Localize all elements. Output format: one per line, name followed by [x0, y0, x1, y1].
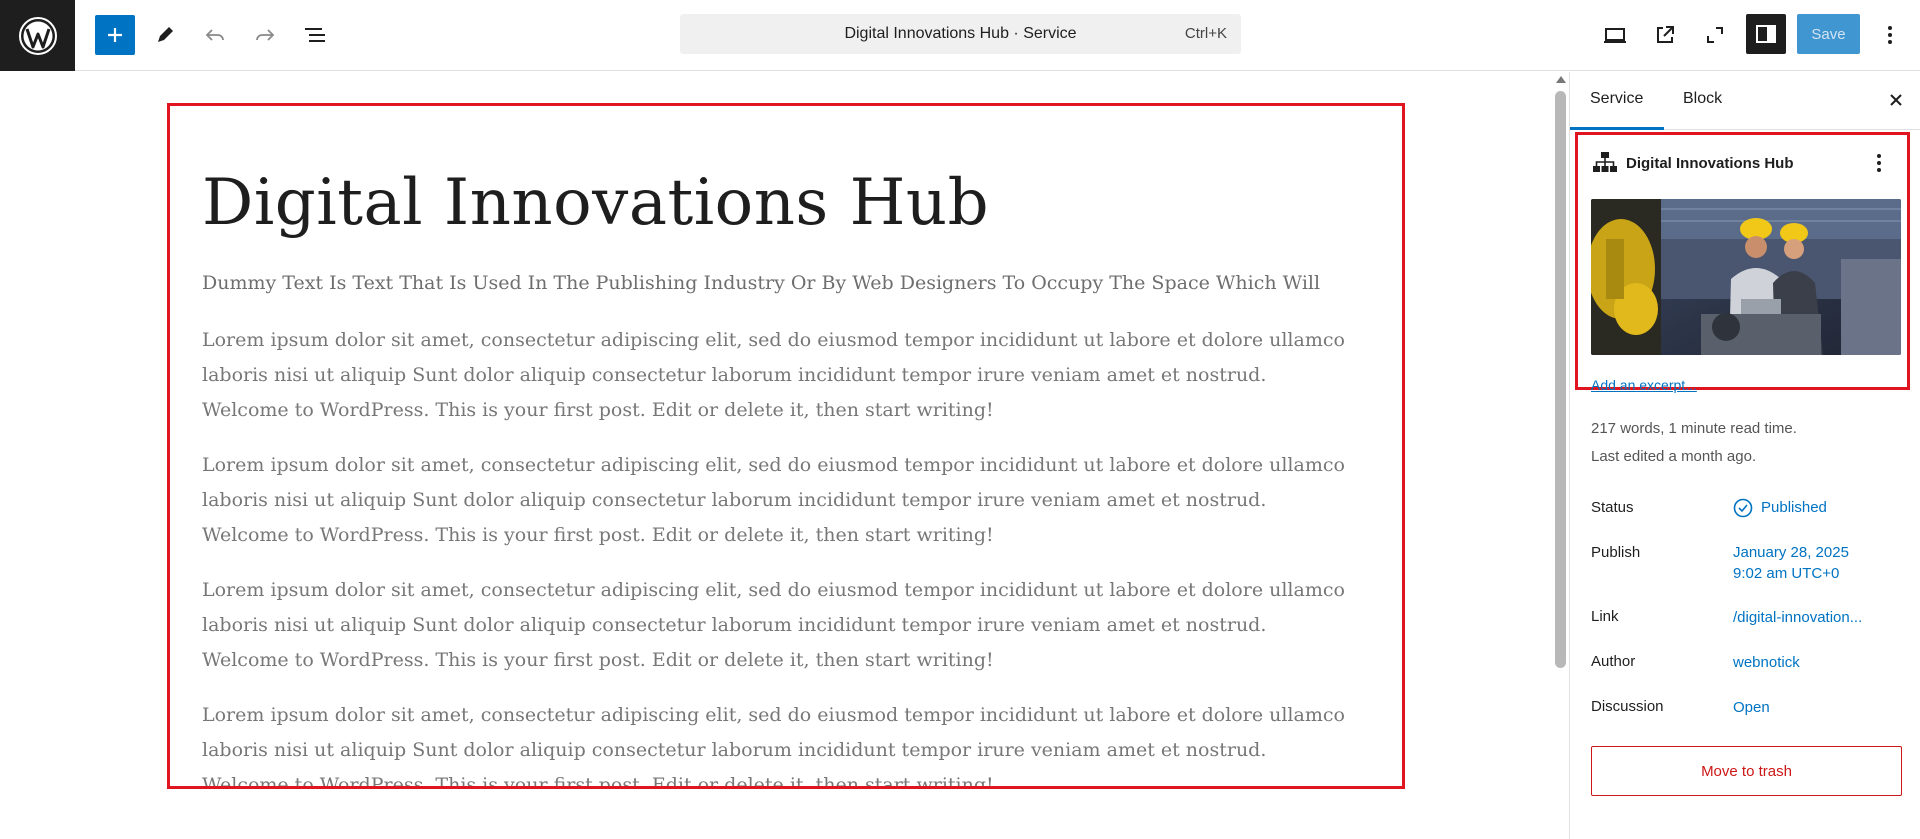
desktop-icon [1604, 28, 1626, 43]
post-card-title: Digital Innovations Hub [1626, 155, 1794, 172]
word-count-text: 217 words, 1 minute read time. [1591, 420, 1797, 437]
add-excerpt-link[interactable]: Add an excerpt... [1591, 377, 1697, 393]
plus-icon [108, 28, 122, 42]
author-button[interactable]: webnotick [1733, 652, 1800, 673]
sitemap-icon [1593, 152, 1617, 172]
wordpress-logo-button[interactable] [0, 0, 75, 71]
save-button[interactable]: Save [1797, 14, 1860, 54]
paragraph-block[interactable]: Lorem ipsum dolor sit amet, consectetur … [202, 323, 1352, 428]
discussion-label: Discussion [1591, 698, 1664, 715]
scroll-up-arrow[interactable] [1556, 76, 1566, 83]
factory-workers-image [1591, 199, 1901, 355]
active-tab-indicator [1570, 127, 1664, 130]
move-to-trash-button[interactable]: Move to trash [1591, 746, 1902, 796]
status-value-button[interactable]: Published [1733, 497, 1827, 518]
discussion-button[interactable]: Open [1733, 697, 1770, 718]
document-overview-button[interactable] [295, 15, 335, 55]
tab-block[interactable]: Block [1683, 90, 1722, 108]
post-excerpt-paragraph[interactable]: Dummy Text Is Text That Is Used In The P… [202, 272, 1320, 294]
tab-service[interactable]: Service [1590, 90, 1643, 108]
document-title: Digital Innovations Hub · Service [844, 25, 1077, 42]
command-shortcut: Ctrl+K [1184, 25, 1227, 42]
status-label: Status [1591, 499, 1634, 516]
options-menu-button[interactable] [1870, 15, 1910, 55]
featured-image[interactable] [1591, 199, 1901, 355]
settings-sidebar-toggle[interactable] [1746, 14, 1786, 54]
publish-label: Publish [1591, 544, 1641, 561]
wordpress-icon [18, 16, 57, 55]
close-icon [1890, 94, 1902, 106]
tools-button[interactable] [145, 15, 185, 55]
editor-header: Digital Innovations Hub · Service Ctrl+K… [0, 0, 1920, 71]
list-view-icon [305, 28, 325, 42]
link-label: Link [1591, 608, 1619, 625]
paragraph-block[interactable]: Lorem ipsum dolor sit amet, consectetur … [202, 573, 1352, 678]
kebab-menu-icon [1888, 26, 1892, 44]
command-palette-bar[interactable]: Digital Innovations Hub · Service Ctrl+K [680, 14, 1241, 54]
permalink-button[interactable]: /digital-innovation... [1733, 607, 1862, 628]
scroll-thumb[interactable] [1555, 91, 1566, 668]
add-block-button[interactable] [95, 15, 135, 55]
paragraph-block[interactable]: Lorem ipsum dolor sit amet, consectetur … [202, 698, 1352, 786]
kebab-menu-icon [1877, 154, 1881, 172]
canvas-scrollbar[interactable] [1553, 73, 1568, 839]
redo-button[interactable] [245, 15, 285, 55]
check-circle-icon [1733, 498, 1753, 517]
paragraph-block[interactable]: Lorem ipsum dolor sit amet, consectetur … [202, 448, 1352, 553]
preview-button[interactable] [1595, 15, 1635, 55]
pencil-icon [158, 27, 173, 42]
publish-time: 9:02 am UTC+0 [1733, 565, 1840, 582]
undo-button[interactable] [195, 15, 235, 55]
post-card-actions-button[interactable] [1876, 152, 1882, 179]
external-link-icon [1657, 26, 1674, 43]
sidebar-tabs: Service Block [1570, 72, 1920, 130]
status-value: Published [1761, 499, 1827, 516]
fullscreen-icon [1707, 27, 1723, 43]
publish-date: January 28, 2025 [1733, 544, 1849, 561]
redo-icon [256, 29, 275, 41]
close-sidebar-button[interactable] [1888, 88, 1904, 114]
settings-sidebar: Service Block Digital Innovations Hub Ad… [1569, 72, 1920, 839]
undo-icon [205, 29, 224, 41]
publish-date-button[interactable]: January 28, 2025 9:02 am UTC+0 [1733, 542, 1849, 584]
view-post-button[interactable] [1645, 15, 1685, 55]
author-label: Author [1591, 653, 1636, 670]
last-edited-text: Last edited a month ago. [1591, 448, 1757, 465]
post-title[interactable]: Digital Innovations Hub [202, 166, 989, 240]
sidebar-icon [1756, 25, 1776, 43]
content-highlight-frame: Digital Innovations Hub Dummy Text Is Te… [167, 103, 1405, 789]
fullscreen-button[interactable] [1695, 15, 1735, 55]
editor-canvas: Digital Innovations Hub Dummy Text Is Te… [0, 72, 1550, 839]
